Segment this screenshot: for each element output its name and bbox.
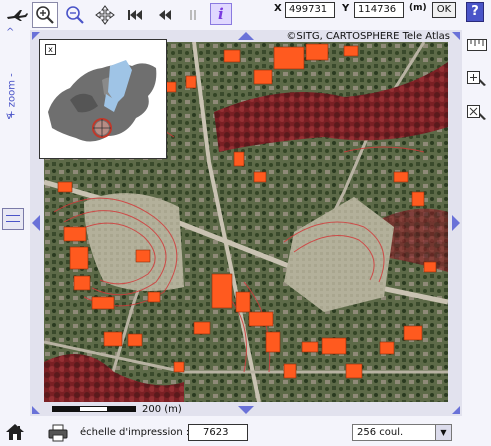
map-viewer-app: i X 499731 Y 114736 (m) OK ? ^ + zoom - …	[0, 0, 491, 446]
identify-tool-button[interactable]	[3, 2, 31, 28]
x-coordinate-label: X	[274, 3, 282, 14]
info-icon: i	[218, 6, 224, 22]
scale-graphic	[52, 406, 136, 412]
y-coordinate-input[interactable]: 114736	[354, 2, 404, 18]
home-icon	[6, 424, 24, 440]
pan-north-arrow[interactable]	[238, 32, 254, 40]
chevron-down-icon[interactable]: ▼	[435, 425, 451, 440]
top-toolbar: i X 499731 Y 114736 (m) OK ?	[0, 0, 491, 30]
measure-tool[interactable]	[466, 36, 488, 54]
next-view-tool[interactable]	[180, 2, 206, 28]
airplane-icon	[7, 10, 28, 21]
pan-tool[interactable]	[92, 2, 118, 28]
pan-northeast-arrow[interactable]	[452, 32, 460, 40]
ruler-icon	[467, 39, 487, 51]
first-view-icon	[128, 10, 142, 20]
copyright-notice: ©SITG, CARTOSPHERE Tele Atlas	[286, 31, 450, 42]
map-frame: ©SITG, CARTOSPHERE Tele Atlas x	[30, 30, 462, 416]
clear-tool[interactable]	[466, 104, 488, 122]
y-coordinate-label: Y	[342, 3, 350, 14]
pan-west-arrow[interactable]	[32, 215, 40, 231]
home-button[interactable]	[4, 422, 26, 444]
zoom-out-tool[interactable]	[62, 2, 88, 28]
scale-label: 200 (m)	[142, 403, 182, 415]
unit-label: (m)	[409, 3, 427, 13]
zoom-out-chevron[interactable]: v	[6, 112, 12, 122]
pan-south-arrow[interactable]	[238, 406, 254, 414]
color-mode-value: 256 coul.	[357, 427, 404, 438]
first-view-tool[interactable]	[122, 2, 148, 28]
close-overview-button[interactable]: x	[45, 44, 56, 55]
previous-view-icon	[159, 10, 171, 20]
zoom-rail: ^ + zoom - v	[0, 26, 26, 426]
zoom-box-tool[interactable]	[466, 70, 488, 88]
print-scale-label: échelle d'impression :	[80, 427, 190, 438]
zoom-slider-handle[interactable]	[2, 208, 24, 230]
info-tool[interactable]: i	[210, 3, 232, 25]
overview-map-image	[48, 60, 157, 142]
ok-button[interactable]: OK	[432, 2, 456, 18]
pan-east-arrow[interactable]	[452, 215, 460, 231]
zoom-box-icon	[467, 71, 486, 86]
printer-icon	[48, 424, 68, 442]
next-view-icon	[190, 10, 196, 20]
right-tool-column	[464, 36, 490, 156]
help-button[interactable]: ?	[466, 2, 484, 22]
zoom-in-tool[interactable]	[32, 2, 58, 28]
color-mode-select[interactable]: 256 coul. ▼	[352, 424, 452, 441]
pan-move-icon	[95, 5, 115, 25]
zoom-in-chevron[interactable]: ^	[6, 28, 14, 38]
pan-southwest-arrow[interactable]	[32, 406, 40, 414]
print-scale-input[interactable]: 7623	[188, 424, 248, 441]
zoom-out-icon	[66, 6, 84, 24]
zoom-in-icon	[36, 6, 54, 24]
print-button[interactable]	[48, 424, 68, 442]
svg-text:i: i	[218, 6, 224, 22]
pan-southeast-arrow[interactable]	[452, 406, 460, 414]
overview-inset-map[interactable]: x	[39, 39, 167, 159]
clear-box-icon	[467, 105, 486, 120]
x-coordinate-input[interactable]: 499731	[285, 2, 335, 18]
previous-view-tool[interactable]	[152, 2, 178, 28]
map-scale-bar: 200 (m)	[52, 403, 182, 415]
bottom-bar: échelle d'impression : 7623 256 coul. ▼	[0, 420, 491, 446]
